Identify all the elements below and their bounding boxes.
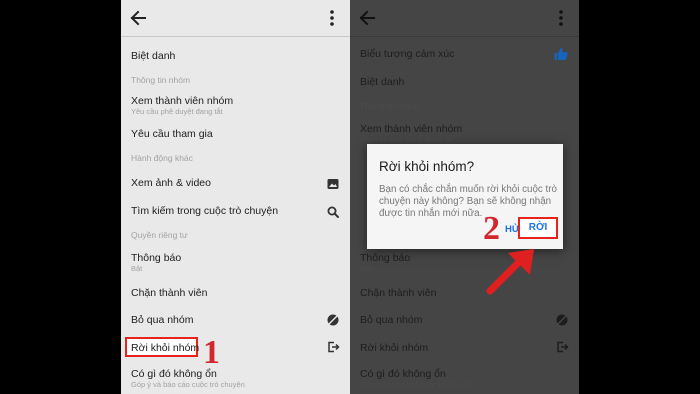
settings-panel-left: Biệt danh Thông tin nhóm Xem thành viên … bbox=[121, 0, 350, 394]
section-label: Quyền riêng tư bbox=[131, 230, 188, 240]
item-sublabel: Yêu cầu phê duyệt đang tắt bbox=[131, 107, 223, 116]
item-label: Rời khỏi nhóm bbox=[360, 342, 429, 354]
item-sublabel: Yêu cầu phê duyệt đang tắt bbox=[360, 135, 452, 144]
item-label: Bỏ qua nhóm bbox=[360, 314, 423, 326]
top-bar bbox=[121, 0, 350, 37]
item-label: Biệt danh bbox=[131, 50, 176, 62]
item-label: Có gì đó không ổn bbox=[131, 368, 217, 380]
step-2-number: 2 bbox=[483, 210, 500, 247]
leave-group-item[interactable]: Rời khỏi nhóm bbox=[360, 341, 569, 354]
emoji-item[interactable]: Biểu tượng cảm xúc bbox=[360, 47, 569, 60]
thumbs-up-icon bbox=[554, 47, 568, 60]
dialog-message: Bạn có chắc chắn muốn rời khỏi cuộc trò … bbox=[379, 184, 557, 219]
ignore-group-item[interactable]: Bỏ qua nhóm bbox=[360, 314, 569, 326]
step-1-number: 1 bbox=[203, 334, 220, 371]
logout-icon bbox=[328, 341, 340, 353]
join-requests-item[interactable]: Yêu cầu tham gia bbox=[131, 128, 340, 140]
logout-icon bbox=[557, 341, 569, 353]
item-label: Xem thành viên nhóm bbox=[360, 123, 463, 135]
item-label: Thông báo bbox=[131, 252, 182, 264]
item-sublabel: Góp ý và báo cáo cuộc trò chuyện bbox=[131, 380, 245, 389]
notifications-item[interactable]: Thông báo Bật bbox=[131, 252, 340, 273]
nickname-item[interactable]: Biệt danh bbox=[131, 50, 340, 62]
something-wrong-item[interactable]: Có gì đó không ổn Góp ý và báo cáo cuộc … bbox=[360, 368, 569, 389]
section-label: Thông tin nhóm bbox=[131, 75, 191, 85]
item-label: Xem thành viên nhóm bbox=[131, 95, 234, 107]
item-label: Bỏ qua nhóm bbox=[131, 314, 194, 326]
item-label: Biệt danh bbox=[360, 76, 405, 88]
item-label: Yêu cầu tham gia bbox=[131, 128, 213, 140]
image-icon bbox=[327, 179, 339, 189]
section-group-info: Thông tin nhóm bbox=[131, 75, 340, 85]
view-members-item[interactable]: Xem thành viên nhóm Yêu cầu phê duyệt đa… bbox=[360, 123, 569, 144]
item-sublabel: Góp ý và báo cáo cuộc trò chuyện bbox=[360, 380, 474, 389]
back-arrow-icon[interactable] bbox=[128, 8, 148, 28]
search-icon bbox=[327, 206, 339, 218]
leave-confirm-button[interactable]: RỜI bbox=[518, 217, 558, 239]
more-options-icon[interactable] bbox=[551, 8, 571, 28]
section-privacy: Quyền riêng tư bbox=[131, 230, 340, 240]
view-photos-item[interactable]: Xem ảnh & video bbox=[131, 177, 340, 189]
item-sublabel: Bật bbox=[131, 264, 143, 273]
dialog-title: Rời khỏi nhóm? bbox=[379, 159, 475, 174]
item-label: Biểu tượng cảm xúc bbox=[360, 48, 455, 60]
item-label: Tìm kiếm trong cuộc trò chuyện bbox=[131, 205, 279, 217]
something-wrong-item[interactable]: Có gì đó không ổn Góp ý và báo cáo cuộc … bbox=[131, 368, 340, 389]
leave-group-highlight-label: Rời khỏi nhóm bbox=[131, 342, 200, 354]
item-label: Xem ảnh & video bbox=[131, 177, 211, 189]
top-bar bbox=[350, 0, 579, 37]
nickname-item[interactable]: Biệt danh bbox=[360, 76, 569, 88]
block-members-item[interactable]: Chặn thành viên bbox=[131, 287, 340, 299]
ignore-group-item[interactable]: Bỏ qua nhóm bbox=[131, 314, 340, 326]
section-label: Hành động khác bbox=[131, 153, 193, 163]
view-members-item[interactable]: Xem thành viên nhóm Yêu cầu phê duyệt đa… bbox=[131, 95, 340, 116]
section-other-actions: Hành động khác bbox=[131, 153, 340, 163]
section-label: Thông tin nhóm bbox=[360, 101, 420, 111]
more-options-icon[interactable] bbox=[322, 8, 342, 28]
search-conversation-item[interactable]: Tìm kiếm trong cuộc trò chuyện bbox=[131, 205, 340, 218]
mute-icon bbox=[556, 314, 568, 326]
item-label: Có gì đó không ổn bbox=[360, 368, 446, 380]
back-arrow-icon[interactable] bbox=[357, 8, 377, 28]
mute-icon bbox=[327, 314, 339, 326]
item-label: Chặn thành viên bbox=[131, 287, 208, 299]
section-group-info: Thông tin nhóm bbox=[360, 101, 569, 111]
pointer-arrow-icon bbox=[486, 249, 534, 295]
